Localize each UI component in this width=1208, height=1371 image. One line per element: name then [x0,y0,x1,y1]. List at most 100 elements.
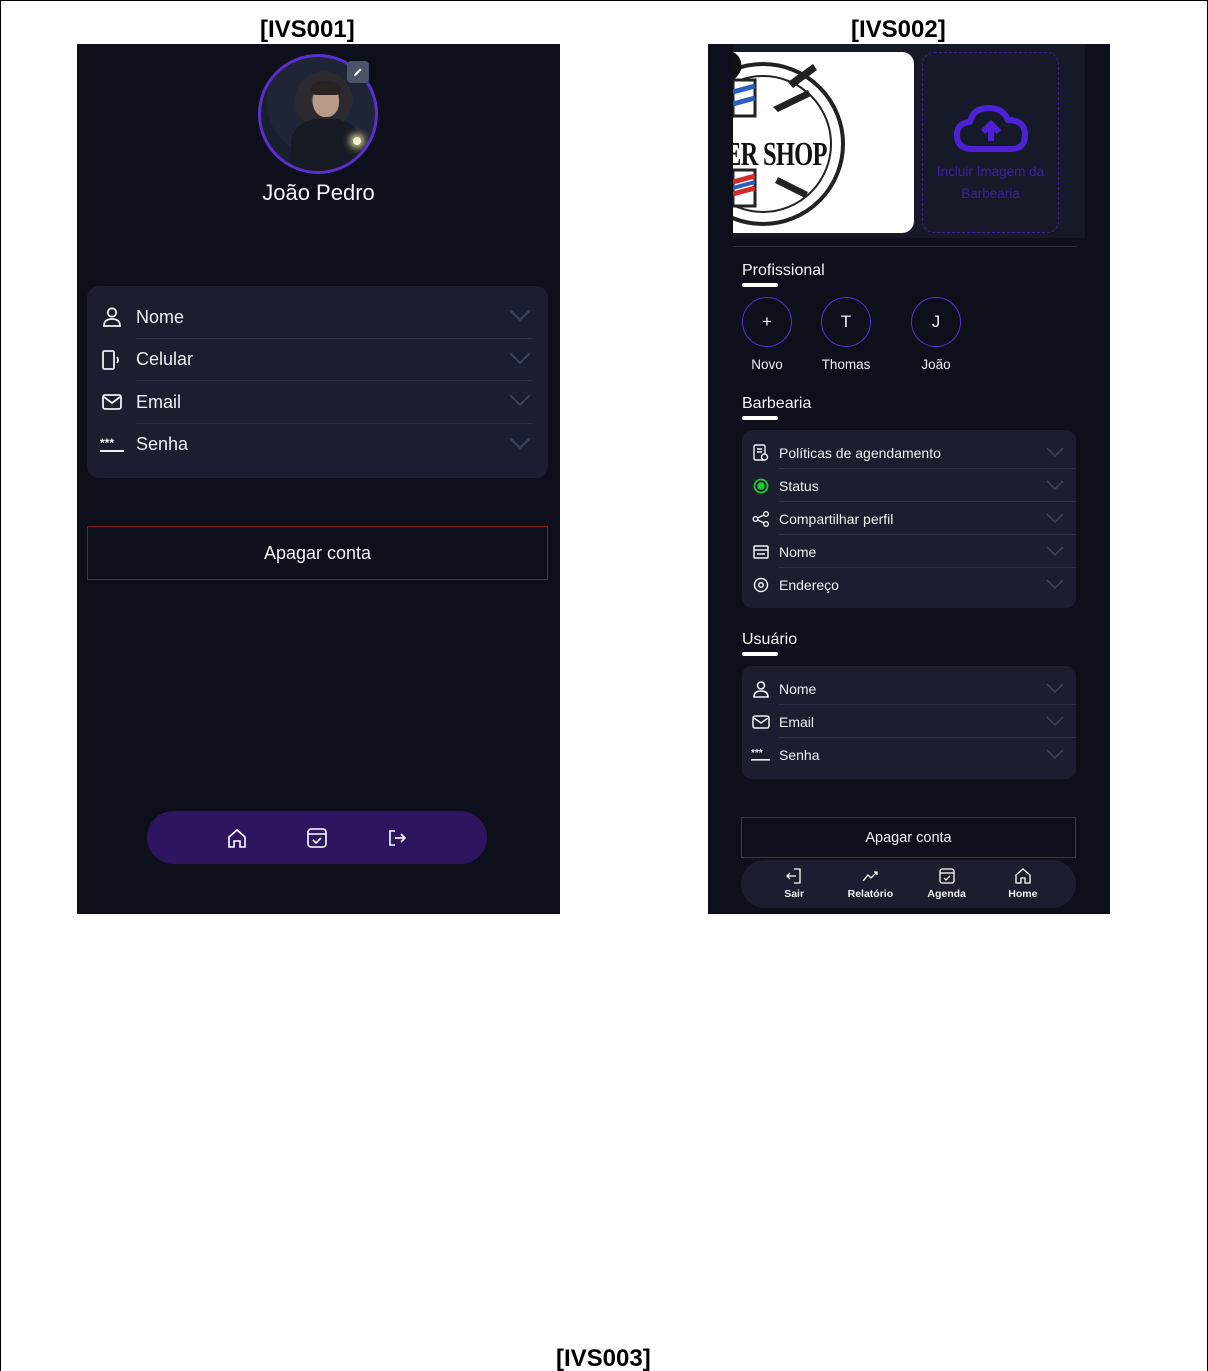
professional-name: Novo [751,357,783,372]
row-label: Políticas de agendamento [779,444,941,461]
row-label: Endereço [779,576,839,593]
nav-sair[interactable]: Sair [764,860,824,908]
user-icon [100,305,124,329]
user-settings-card: Nome Email *** Senha [742,666,1076,779]
location-icon [751,575,771,595]
chevron-down-icon[interactable] [508,393,532,407]
logout-icon[interactable] [383,824,411,852]
professional-thomas[interactable]: T Thomas [821,297,871,372]
field-label: Celular [136,349,194,370]
logout-icon [786,868,801,884]
bottom-nav: Sair Relatório Agenda Home [741,860,1076,908]
field-label: Email [136,391,182,412]
mail-icon [100,390,124,414]
section-title-barbershop: Barbearia [742,395,812,412]
field-row-celular[interactable]: Celular [100,339,532,381]
plus-icon: + [742,297,792,347]
chevron-down-icon[interactable] [1046,683,1064,693]
row-label: Nome [779,543,817,560]
pencil-icon [354,68,362,76]
field-label: Nome [136,306,185,327]
cloud-upload-icon [953,105,1028,152]
caption-ivs001: [IVS001] [260,16,355,43]
professional-joao[interactable]: J João [911,297,961,372]
bottom-nav [147,811,487,864]
professional-name: João [921,357,951,372]
professional-avatar: J [911,297,961,347]
professional-avatar: T [821,297,871,347]
screen-ivs001: João Pedro Nome Celular Email *** Senha … [77,44,560,914]
home-icon[interactable] [223,824,251,852]
chevron-down-icon[interactable] [1046,480,1064,490]
row-label: Status [779,477,819,494]
barbershop-row-status[interactable]: Status [751,469,1076,502]
calendar-icon [938,868,955,884]
section-title-user: Usuário [742,631,798,648]
professional-new[interactable]: + Novo [742,297,792,372]
user-row-email[interactable]: Email [751,705,1076,738]
field-row-nome[interactable]: Nome [100,296,532,339]
chevron-down-icon[interactable] [1046,749,1064,759]
upload-label: Incluir Imagem da Barbearia [936,164,1045,201]
caption-ivs002: [IVS002] [851,16,946,43]
barbershop-row-share[interactable]: Compartilhar perfil [751,502,1076,535]
nav-agenda[interactable]: Agenda [917,860,977,908]
chevron-down-icon[interactable] [1046,513,1064,523]
section-underline [742,652,778,656]
chevron-down-icon[interactable] [1046,716,1064,726]
field-row-email[interactable]: Email [100,381,532,424]
mail-icon [751,712,771,732]
barbershop-row-name[interactable]: Nome [751,535,1076,568]
divider [733,246,1077,247]
chevron-down-icon[interactable] [1046,579,1064,589]
nav-relatorio[interactable]: Relatório [840,860,900,908]
nav-label: Agenda [927,888,966,900]
chevron-down-icon[interactable] [508,351,532,365]
user-row-name[interactable]: Nome [751,672,1076,705]
nav-label: Relatório [847,888,894,900]
section-underline [742,416,778,420]
row-label: Senha [779,746,820,763]
nav-label: Sair [784,888,805,900]
phone-icon [100,348,124,372]
user-row-password[interactable]: *** Senha [751,738,1076,771]
password-icon: *** [100,433,124,457]
profile-fields-card: Nome Celular Email *** Senha [87,286,548,478]
screen-ivs002: ER SHOP Incluir Imagem da Barbearia Prof… [708,44,1110,914]
home-icon [1015,868,1031,884]
section-underline [742,283,778,287]
barbershop-settings-card: Políticas de agendamento Status Comparti… [742,430,1076,608]
store-icon [751,542,771,562]
chevron-down-icon[interactable] [1046,546,1064,556]
chart-icon [862,871,879,882]
svg-text:***: *** [100,436,114,450]
user-icon [751,679,771,699]
calendar-icon[interactable] [303,824,331,852]
professional-name: Thomas [821,357,871,372]
upload-image-button[interactable]: Incluir Imagem da Barbearia [922,52,1059,233]
row-label: Email [779,713,815,730]
logo-text: ER SHOP [733,136,827,173]
delete-account-button[interactable]: Apagar conta [741,817,1076,858]
field-row-senha[interactable]: *** Senha [100,424,532,467]
chevron-down-icon[interactable] [508,436,532,450]
policy-icon [751,443,771,463]
chevron-down-icon[interactable] [1046,447,1064,457]
user-name: João Pedro [262,180,375,205]
svg-text:***: *** [751,748,763,759]
password-icon: *** [751,745,771,765]
caption-ivs003: [IVS003] [556,1345,651,1371]
chevron-down-icon[interactable] [508,308,532,322]
share-icon [751,509,771,529]
barbershop-logo[interactable]: ER SHOP [733,52,914,233]
row-label: Nome [779,680,817,697]
nav-label: Home [1008,888,1038,900]
status-icon [751,476,771,496]
edit-avatar-button[interactable] [347,61,369,83]
row-label: Compartilhar perfil [779,510,894,527]
barbershop-row-address[interactable]: Endereço [751,568,1076,601]
delete-account-button[interactable]: Apagar conta [87,526,548,580]
barbershop-row-policies[interactable]: Políticas de agendamento [751,436,1076,469]
nav-home[interactable]: Home [993,860,1053,908]
field-label: Senha [136,434,189,455]
